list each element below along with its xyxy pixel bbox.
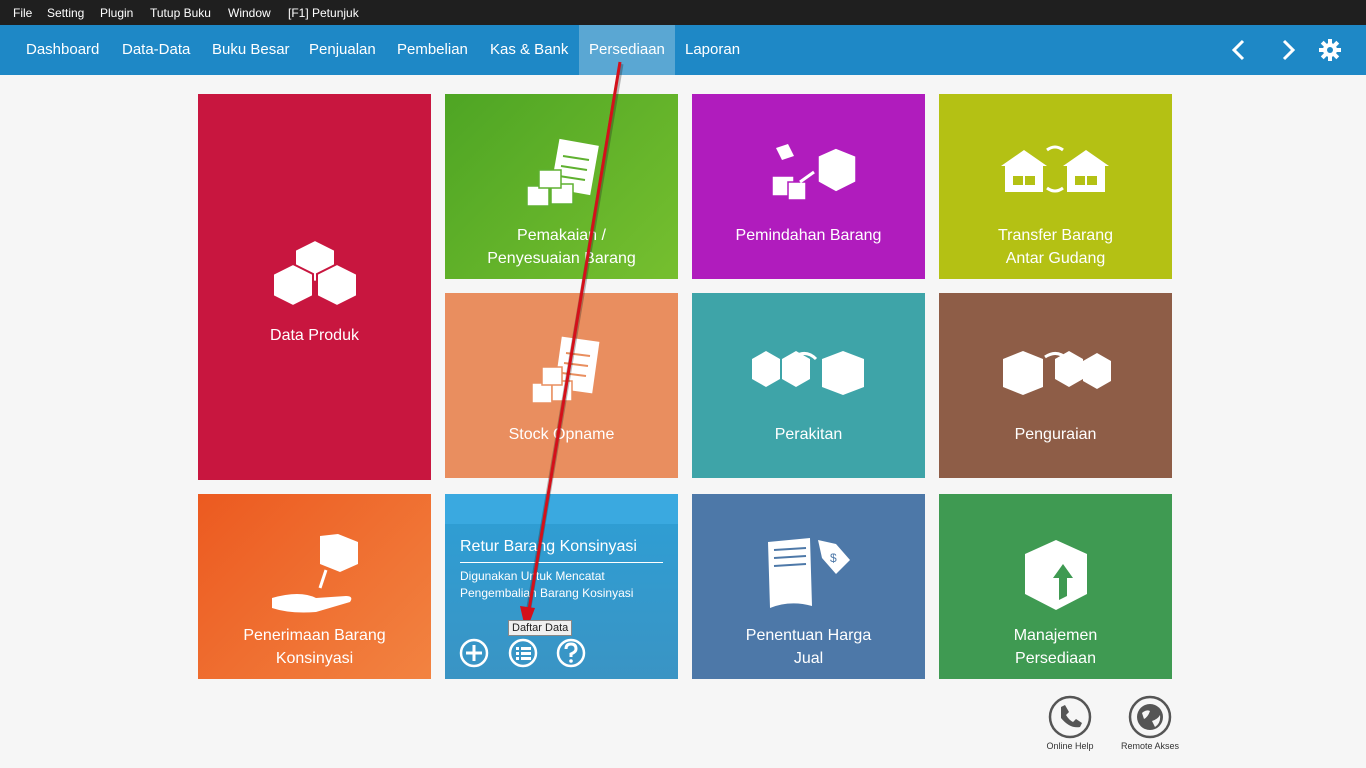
- remote-akses-button[interactable]: Remote Akses: [1120, 695, 1180, 751]
- online-help-label: Online Help: [1046, 741, 1094, 751]
- online-help-button[interactable]: Online Help: [1040, 695, 1100, 751]
- tooltip: Daftar Data: [508, 620, 573, 636]
- annotation-arrow: [520, 61, 624, 632]
- globe-icon: [1128, 695, 1172, 739]
- phone-icon: [1048, 695, 1092, 739]
- remote-akses-label: Remote Akses: [1120, 741, 1180, 751]
